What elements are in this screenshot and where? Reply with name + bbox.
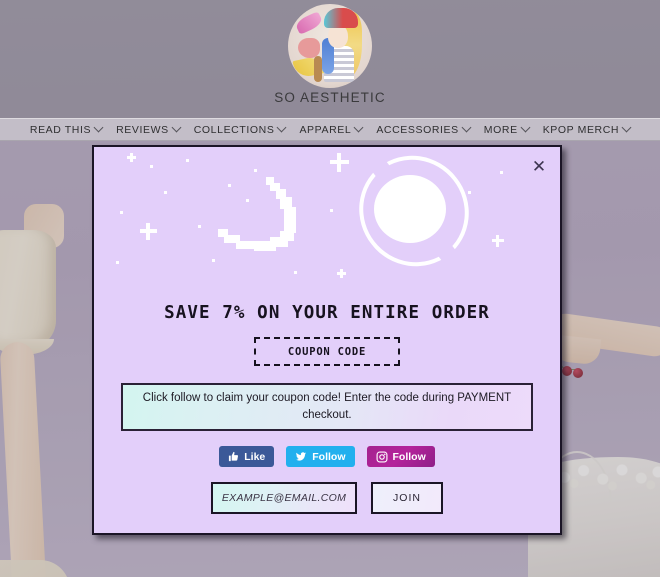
email-input[interactable]: EXAMPLE@EMAIL.COM [211,482,357,514]
promo-headline: SAVE 7% ON YOUR ENTIRE ORDER [164,303,490,323]
signup-row: EXAMPLE@EMAIL.COM JOIN [94,482,560,514]
site-logo-icon[interactable] [288,4,372,88]
nav-item-collections[interactable]: COLLECTIONS [187,122,293,136]
chevron-down-icon [353,122,364,133]
close-icon[interactable]: ✕ [528,155,550,177]
pixel-star-dot [254,169,257,172]
logo-artwork [288,4,372,88]
pixel-space-artwork [94,147,560,295]
main-navigation: READ THIS REVIEWS COLLECTIONS APPAREL AC… [0,118,660,141]
social-buttons-row: Like Follow Follow [94,446,560,467]
logo-feather-shape [294,11,324,35]
pixel-star-dot [120,211,123,214]
logo-hat-shape [324,8,358,28]
pixel-star-dot [150,165,153,168]
nav-label: ACCESSORIES [376,123,459,136]
nav-label: REVIEWS [116,123,169,136]
model-arm [0,341,47,577]
instagram-follow-button[interactable]: Follow [366,446,435,467]
nav-label: MORE [483,123,518,136]
twitter-label: Follow [312,450,346,463]
facebook-label: Like [244,450,266,463]
twitter-follow-button[interactable]: Follow [286,446,355,467]
nav-label: COLLECTIONS [193,123,275,136]
instagram-label: Follow [392,450,426,463]
nav-label: KPOP MERCH [542,123,620,136]
join-button[interactable]: JOIN [371,482,443,514]
chevron-down-icon [171,122,182,133]
site-header: SO AESTHETIC [0,0,660,118]
chevron-down-icon [93,122,104,133]
coupon-popup-modal: ✕ SAVE 7% ON YOUR ENTIRE ORDER COUPON CO… [92,145,562,535]
cherry-icon [573,368,583,378]
pixel-star-dot [294,271,297,274]
planet-body [374,175,446,243]
coupon-code-button[interactable]: COUPON CODE [254,337,400,366]
instruction-notice: Click follow to claim your coupon code! … [121,383,533,431]
nav-item-apparel[interactable]: APPAREL [292,122,369,136]
twitter-bird-icon [296,452,307,461]
chevron-down-icon [276,122,287,133]
facebook-like-button[interactable]: Like [219,446,275,467]
nav-item-kpop-merch[interactable]: KPOP MERCH [536,122,637,136]
pixel-star-dot [198,225,201,228]
pixel-star-dot [246,199,249,202]
logo-stick-shape [314,56,322,82]
model-sleeve [0,230,56,355]
pixel-star-dot [330,209,333,212]
thumbs-up-icon [229,451,239,462]
flower-cluster [550,457,660,491]
logo-blob-shape [298,38,320,58]
site-title: SO AESTHETIC [274,90,386,105]
pixel-star-dot [212,259,215,262]
nav-item-accessories[interactable]: ACCESSORIES [369,122,476,136]
nav-item-reviews[interactable]: REVIEWS [109,122,187,136]
nav-label: READ THIS [29,123,92,136]
chevron-down-icon [520,122,531,133]
nav-label: APPAREL [299,123,352,136]
page-root: SO AESTHETIC READ THIS REVIEWS COLLECTIO… [0,0,660,577]
chevron-down-icon [621,122,632,133]
pixel-star-dot [468,191,471,194]
pixel-star-dot [116,261,119,264]
pixel-star-dot [500,171,503,174]
chevron-down-icon [461,122,472,133]
pixel-star-dot [164,191,167,194]
model-left-figure [0,204,70,577]
nav-item-more[interactable]: MORE [477,122,536,136]
pixel-star-dot [228,184,231,187]
model-skirt [0,560,70,577]
pixel-star-dot [186,159,189,162]
nav-item-read-this[interactable]: READ THIS [23,122,109,136]
instagram-camera-icon [376,451,387,462]
